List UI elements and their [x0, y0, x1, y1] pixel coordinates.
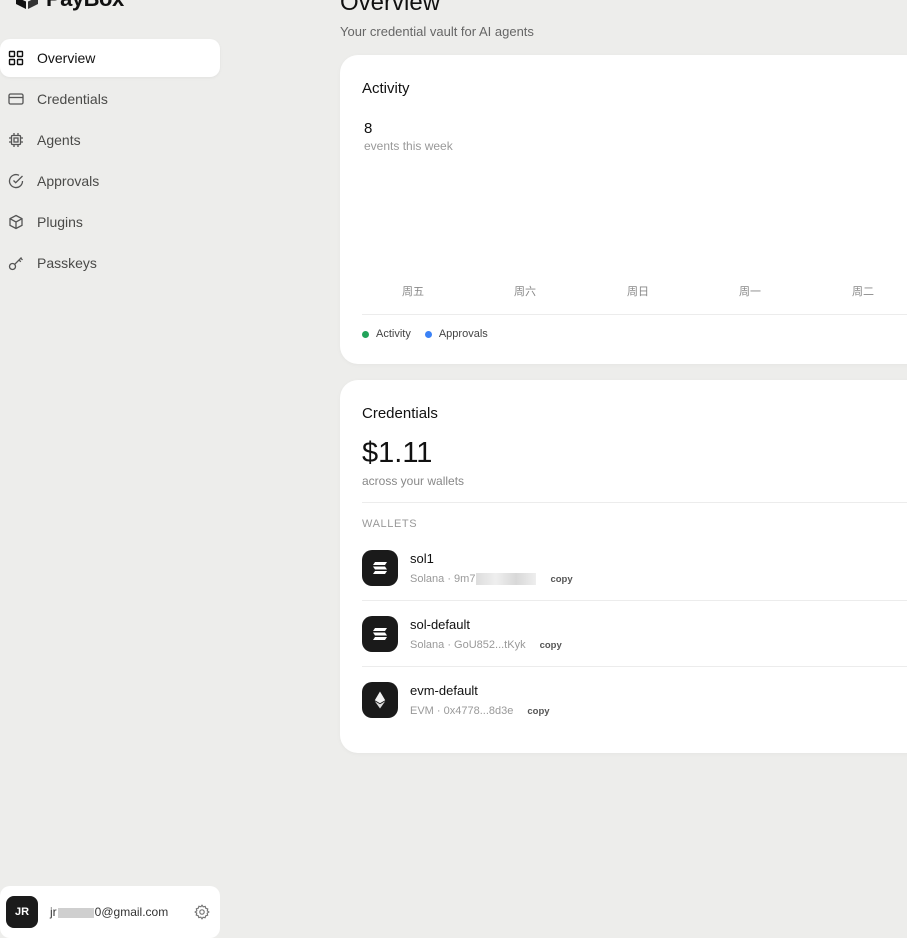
- page-title: Overview: [340, 0, 441, 16]
- sidebar-item-passkeys[interactable]: Passkeys: [0, 244, 220, 282]
- email-prefix: jr: [50, 905, 57, 919]
- credentials-title: Credentials: [362, 405, 438, 422]
- sidebar-item-label: Agents: [37, 132, 81, 148]
- cpu-icon: [8, 132, 24, 148]
- day-label: 周一: [739, 286, 761, 298]
- solana-icon: [362, 616, 398, 652]
- key-icon: [8, 255, 24, 271]
- wallets-section-label: WALLETS: [362, 518, 418, 530]
- wallet-row-sol-default[interactable]: sol-default Solana · GoU852...tKyk copy: [362, 600, 907, 667]
- legend-item-approvals: Approvals: [424, 328, 488, 340]
- sidebar-item-credentials[interactable]: Credentials: [0, 80, 220, 118]
- day-label: 周六: [514, 286, 536, 298]
- divider: [362, 502, 907, 503]
- legend-label: Approvals: [438, 328, 488, 340]
- sidebar-item-label: Approvals: [37, 173, 100, 189]
- activity-legend: Activity Approvals: [362, 328, 488, 340]
- wallets-total-balance: $1.11: [362, 437, 433, 469]
- user-account-panel[interactable]: JR jr 0@gmail.com: [0, 886, 220, 938]
- solana-icon: [362, 550, 398, 586]
- wallet-address: EVM · 0x4778...8d3e copy: [410, 705, 550, 717]
- total-balance-label: across your wallets: [362, 474, 465, 488]
- sidebar-item-label: Overview: [37, 50, 96, 66]
- legend-label: Activity: [376, 328, 411, 340]
- ethereum-icon: [362, 682, 398, 718]
- email-suffix: 0@gmail.com: [94, 905, 169, 919]
- sidebar-item-label: Credentials: [37, 91, 108, 107]
- sidebar-item-agents[interactable]: Agents: [0, 121, 220, 159]
- wallet-name: sol-default: [410, 617, 470, 632]
- wallet-name: sol1: [410, 551, 434, 566]
- wallet-chain: Solana: [410, 639, 445, 651]
- legend-item-activity: Activity: [362, 328, 411, 340]
- activity-card: Activity 8 events this week 周五 周六 周日 周一 …: [340, 55, 907, 364]
- grid-icon: [8, 50, 24, 66]
- card-icon: [8, 91, 24, 107]
- day-label: 周五: [402, 286, 424, 298]
- box-icon: [8, 214, 24, 230]
- wallet-chain: Solana: [410, 573, 445, 585]
- sidebar-item-label: Passkeys: [37, 255, 97, 271]
- activity-title: Activity: [362, 80, 410, 97]
- copy-address-button[interactable]: copy: [550, 574, 572, 585]
- wallet-address: Solana · GoU852...tKyk copy: [410, 639, 562, 651]
- activity-count-label: events this week: [364, 139, 453, 153]
- check-circle-icon: [8, 173, 24, 189]
- wallet-row-sol1[interactable]: sol1 Solana · 9m7 copy: [362, 535, 907, 601]
- sidebar-item-approvals[interactable]: Approvals: [0, 162, 220, 200]
- app-logo: PayBox: [14, 0, 124, 12]
- wallet-address-text: 0x4778...8d3e: [443, 705, 514, 717]
- redacted-text: [57, 907, 94, 918]
- page-subtitle: Your credential vault for AI agents: [340, 24, 534, 39]
- wallet-name: evm-default: [410, 683, 478, 698]
- sidebar-item-label: Plugins: [37, 214, 83, 230]
- activity-count: 8: [364, 120, 373, 137]
- day-label: 周日: [627, 286, 649, 298]
- wallet-address: Solana · 9m7 copy: [410, 573, 573, 585]
- wallet-address-text: 9m7: [454, 573, 476, 585]
- sidebar-nav: Overview Credentials Agents Approvals Pl…: [0, 39, 220, 285]
- wallet-chain: EVM: [410, 705, 434, 717]
- copy-address-button[interactable]: copy: [527, 706, 549, 717]
- avatar: JR: [6, 896, 38, 928]
- sidebar-item-overview[interactable]: Overview: [0, 39, 220, 77]
- legend-dot: [362, 330, 369, 338]
- credentials-card: Credentials $1.11 across your wallets WA…: [340, 380, 907, 753]
- wallet-row-evm-default[interactable]: evm-default EVM · 0x4778...8d3e copy: [362, 666, 907, 733]
- copy-address-button[interactable]: copy: [540, 640, 562, 651]
- redacted-text: [476, 573, 537, 585]
- divider: [362, 314, 907, 315]
- sidebar-item-plugins[interactable]: Plugins: [0, 203, 220, 241]
- app-name: PayBox: [46, 0, 124, 12]
- paybox-logo-icon: [16, 0, 38, 9]
- gear-icon[interactable]: [194, 904, 210, 920]
- legend-dot: [424, 330, 432, 338]
- wallet-address-text: GoU852...tKyk: [454, 639, 526, 651]
- day-label: 周二: [852, 286, 874, 298]
- user-email: jr 0@gmail.com: [50, 905, 194, 919]
